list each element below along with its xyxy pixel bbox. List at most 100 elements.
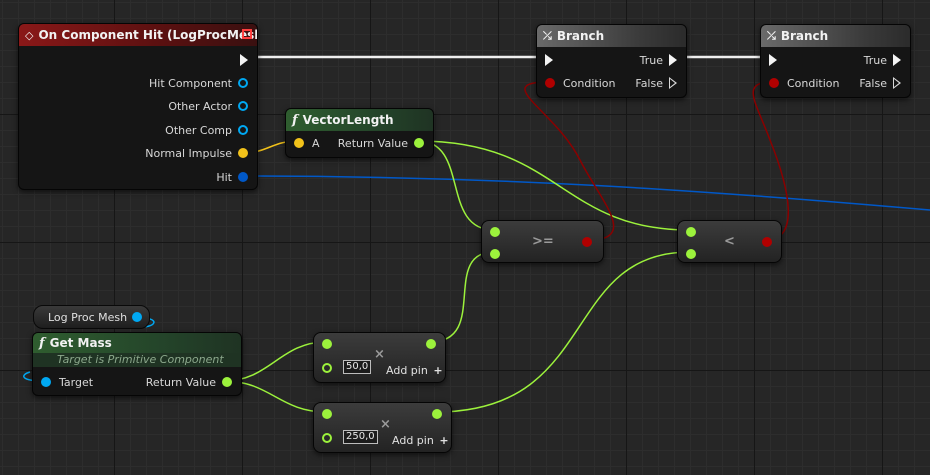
- exec-out-pin[interactable]: [669, 77, 677, 89]
- get-mass-subtitle: Target is Primitive Component: [33, 353, 241, 367]
- compare-ge-node[interactable]: >=: [481, 220, 604, 263]
- operator-label: >=: [532, 234, 554, 249]
- float-pin[interactable]: [432, 409, 442, 419]
- multiply-icon: ×: [374, 347, 385, 362]
- float-pin[interactable]: [222, 377, 232, 387]
- input-row-a[interactable]: A: [294, 135, 320, 151]
- compare-lt-node[interactable]: <: [677, 220, 782, 263]
- object-pin[interactable]: [238, 125, 248, 135]
- pin-label: Normal Impulse: [145, 146, 232, 160]
- pin-label: Hit: [216, 170, 232, 184]
- add-pin-button[interactable]: Add pin +: [386, 364, 443, 377]
- branch-node-2[interactable]: ⤰ Branch True Condition False: [760, 24, 911, 98]
- function-icon: f: [292, 112, 298, 128]
- diamond-icon: ◇: [25, 28, 34, 42]
- vector-pin[interactable]: [238, 148, 248, 158]
- event-node-header[interactable]: ◇ On Component Hit (LogProcMesh): [19, 24, 257, 46]
- false-row[interactable]: False: [859, 75, 901, 91]
- true-row[interactable]: True: [864, 52, 901, 68]
- false-row[interactable]: False: [635, 75, 677, 91]
- branch-header[interactable]: ⤰ Branch: [761, 25, 910, 47]
- vector-length-header[interactable]: f VectorLength: [286, 109, 433, 131]
- vector-length-title: VectorLength: [302, 113, 394, 127]
- struct-wire: [241, 175, 930, 211]
- condition-row[interactable]: Condition: [545, 75, 616, 91]
- pin-row-other-actor[interactable]: Other Actor: [168, 98, 248, 114]
- true-row[interactable]: True: [640, 52, 677, 68]
- exec-out-pin[interactable]: [893, 54, 901, 66]
- bool-pin[interactable]: [545, 78, 555, 88]
- bool-pin[interactable]: [762, 237, 772, 247]
- multiply-node-2[interactable]: 250,0 × Add pin +: [313, 402, 452, 453]
- exec-in-pin[interactable]: [769, 54, 777, 66]
- float-pin[interactable]: [322, 409, 332, 419]
- branch-icon: ⤰: [767, 29, 776, 42]
- value-input[interactable]: 250,0: [343, 430, 378, 444]
- float-pin[interactable]: [686, 249, 696, 259]
- float-pin[interactable]: [322, 363, 332, 373]
- float-pin[interactable]: [414, 138, 424, 148]
- false-label: False: [859, 76, 887, 90]
- exec-in-row[interactable]: [545, 52, 553, 68]
- output-row[interactable]: Return Value: [146, 374, 232, 390]
- multiply-node-1[interactable]: 50,0 × Add pin +: [313, 332, 446, 383]
- float-pin[interactable]: [426, 339, 436, 349]
- event-node-on-component-hit[interactable]: ◇ On Component Hit (LogProcMesh) Hit Com…: [18, 23, 258, 190]
- get-mass-node[interactable]: f Get Mass Target is Primitive Component…: [32, 332, 242, 396]
- exec-out-pin[interactable]: [893, 77, 901, 89]
- true-label: True: [639, 53, 663, 67]
- close-icon[interactable]: [242, 29, 252, 39]
- multiply-icon: ×: [380, 417, 391, 432]
- exec-out-pin[interactable]: [669, 54, 677, 66]
- output-label: Return Value: [145, 375, 216, 389]
- vector-pin[interactable]: [294, 138, 304, 148]
- pin-row-other-comp[interactable]: Other Comp: [165, 122, 248, 138]
- exec-in-row[interactable]: [769, 52, 777, 68]
- pin-row-hit-component[interactable]: Hit Component: [149, 75, 248, 91]
- pin-label: Other Comp: [165, 123, 232, 137]
- object-pin[interactable]: [41, 377, 51, 387]
- bool-wire: [524, 81, 615, 241]
- branch-node-1[interactable]: ⤰ Branch True Condition False: [536, 24, 687, 98]
- false-label: False: [635, 76, 663, 90]
- exec-out-pin[interactable]: [240, 54, 248, 66]
- variable-label: Log Proc Mesh: [48, 310, 128, 324]
- float-wire: [435, 251, 691, 413]
- pin-row-hit[interactable]: Hit: [216, 169, 248, 185]
- object-pin[interactable]: [238, 101, 248, 111]
- variable-node-log-proc-mesh[interactable]: Log Proc Mesh: [33, 305, 150, 329]
- float-pin[interactable]: [490, 249, 500, 259]
- plus-icon: +: [439, 434, 449, 447]
- vector-length-node[interactable]: f VectorLength A Return Value: [285, 108, 434, 158]
- output-row[interactable]: Return Value: [338, 135, 424, 151]
- object-pin[interactable]: [238, 78, 248, 88]
- exec-in-pin[interactable]: [545, 54, 553, 66]
- get-mass-title: Get Mass: [49, 336, 112, 350]
- condition-label: Condition: [563, 76, 616, 90]
- target-row[interactable]: Target: [41, 374, 93, 390]
- float-pin[interactable]: [322, 433, 332, 443]
- float-wire: [429, 251, 495, 343]
- pin-label: Hit Component: [149, 76, 232, 90]
- condition-label: Condition: [787, 76, 840, 90]
- event-node-title: On Component Hit (LogProcMesh): [38, 28, 258, 42]
- object-pin[interactable]: [132, 312, 143, 322]
- add-pin-label: Add pin: [392, 434, 434, 447]
- get-mass-header[interactable]: f Get Mass: [33, 333, 241, 353]
- bool-pin[interactable]: [769, 78, 779, 88]
- input-label: A: [312, 136, 320, 150]
- plus-icon: +: [433, 364, 443, 377]
- struct-pin[interactable]: [238, 172, 248, 182]
- value-input[interactable]: 50,0: [343, 360, 372, 374]
- condition-row[interactable]: Condition: [769, 75, 840, 91]
- branch-header[interactable]: ⤰ Branch: [537, 25, 686, 47]
- bool-pin[interactable]: [582, 237, 592, 247]
- exec-out-row[interactable]: [240, 52, 248, 68]
- function-icon: f: [39, 335, 45, 351]
- add-pin-button[interactable]: Add pin +: [392, 434, 449, 447]
- float-pin[interactable]: [322, 339, 332, 349]
- target-label: Target: [59, 375, 94, 389]
- pin-row-normal-impulse[interactable]: Normal Impulse: [145, 145, 248, 161]
- float-pin[interactable]: [686, 227, 696, 237]
- float-pin[interactable]: [490, 227, 500, 237]
